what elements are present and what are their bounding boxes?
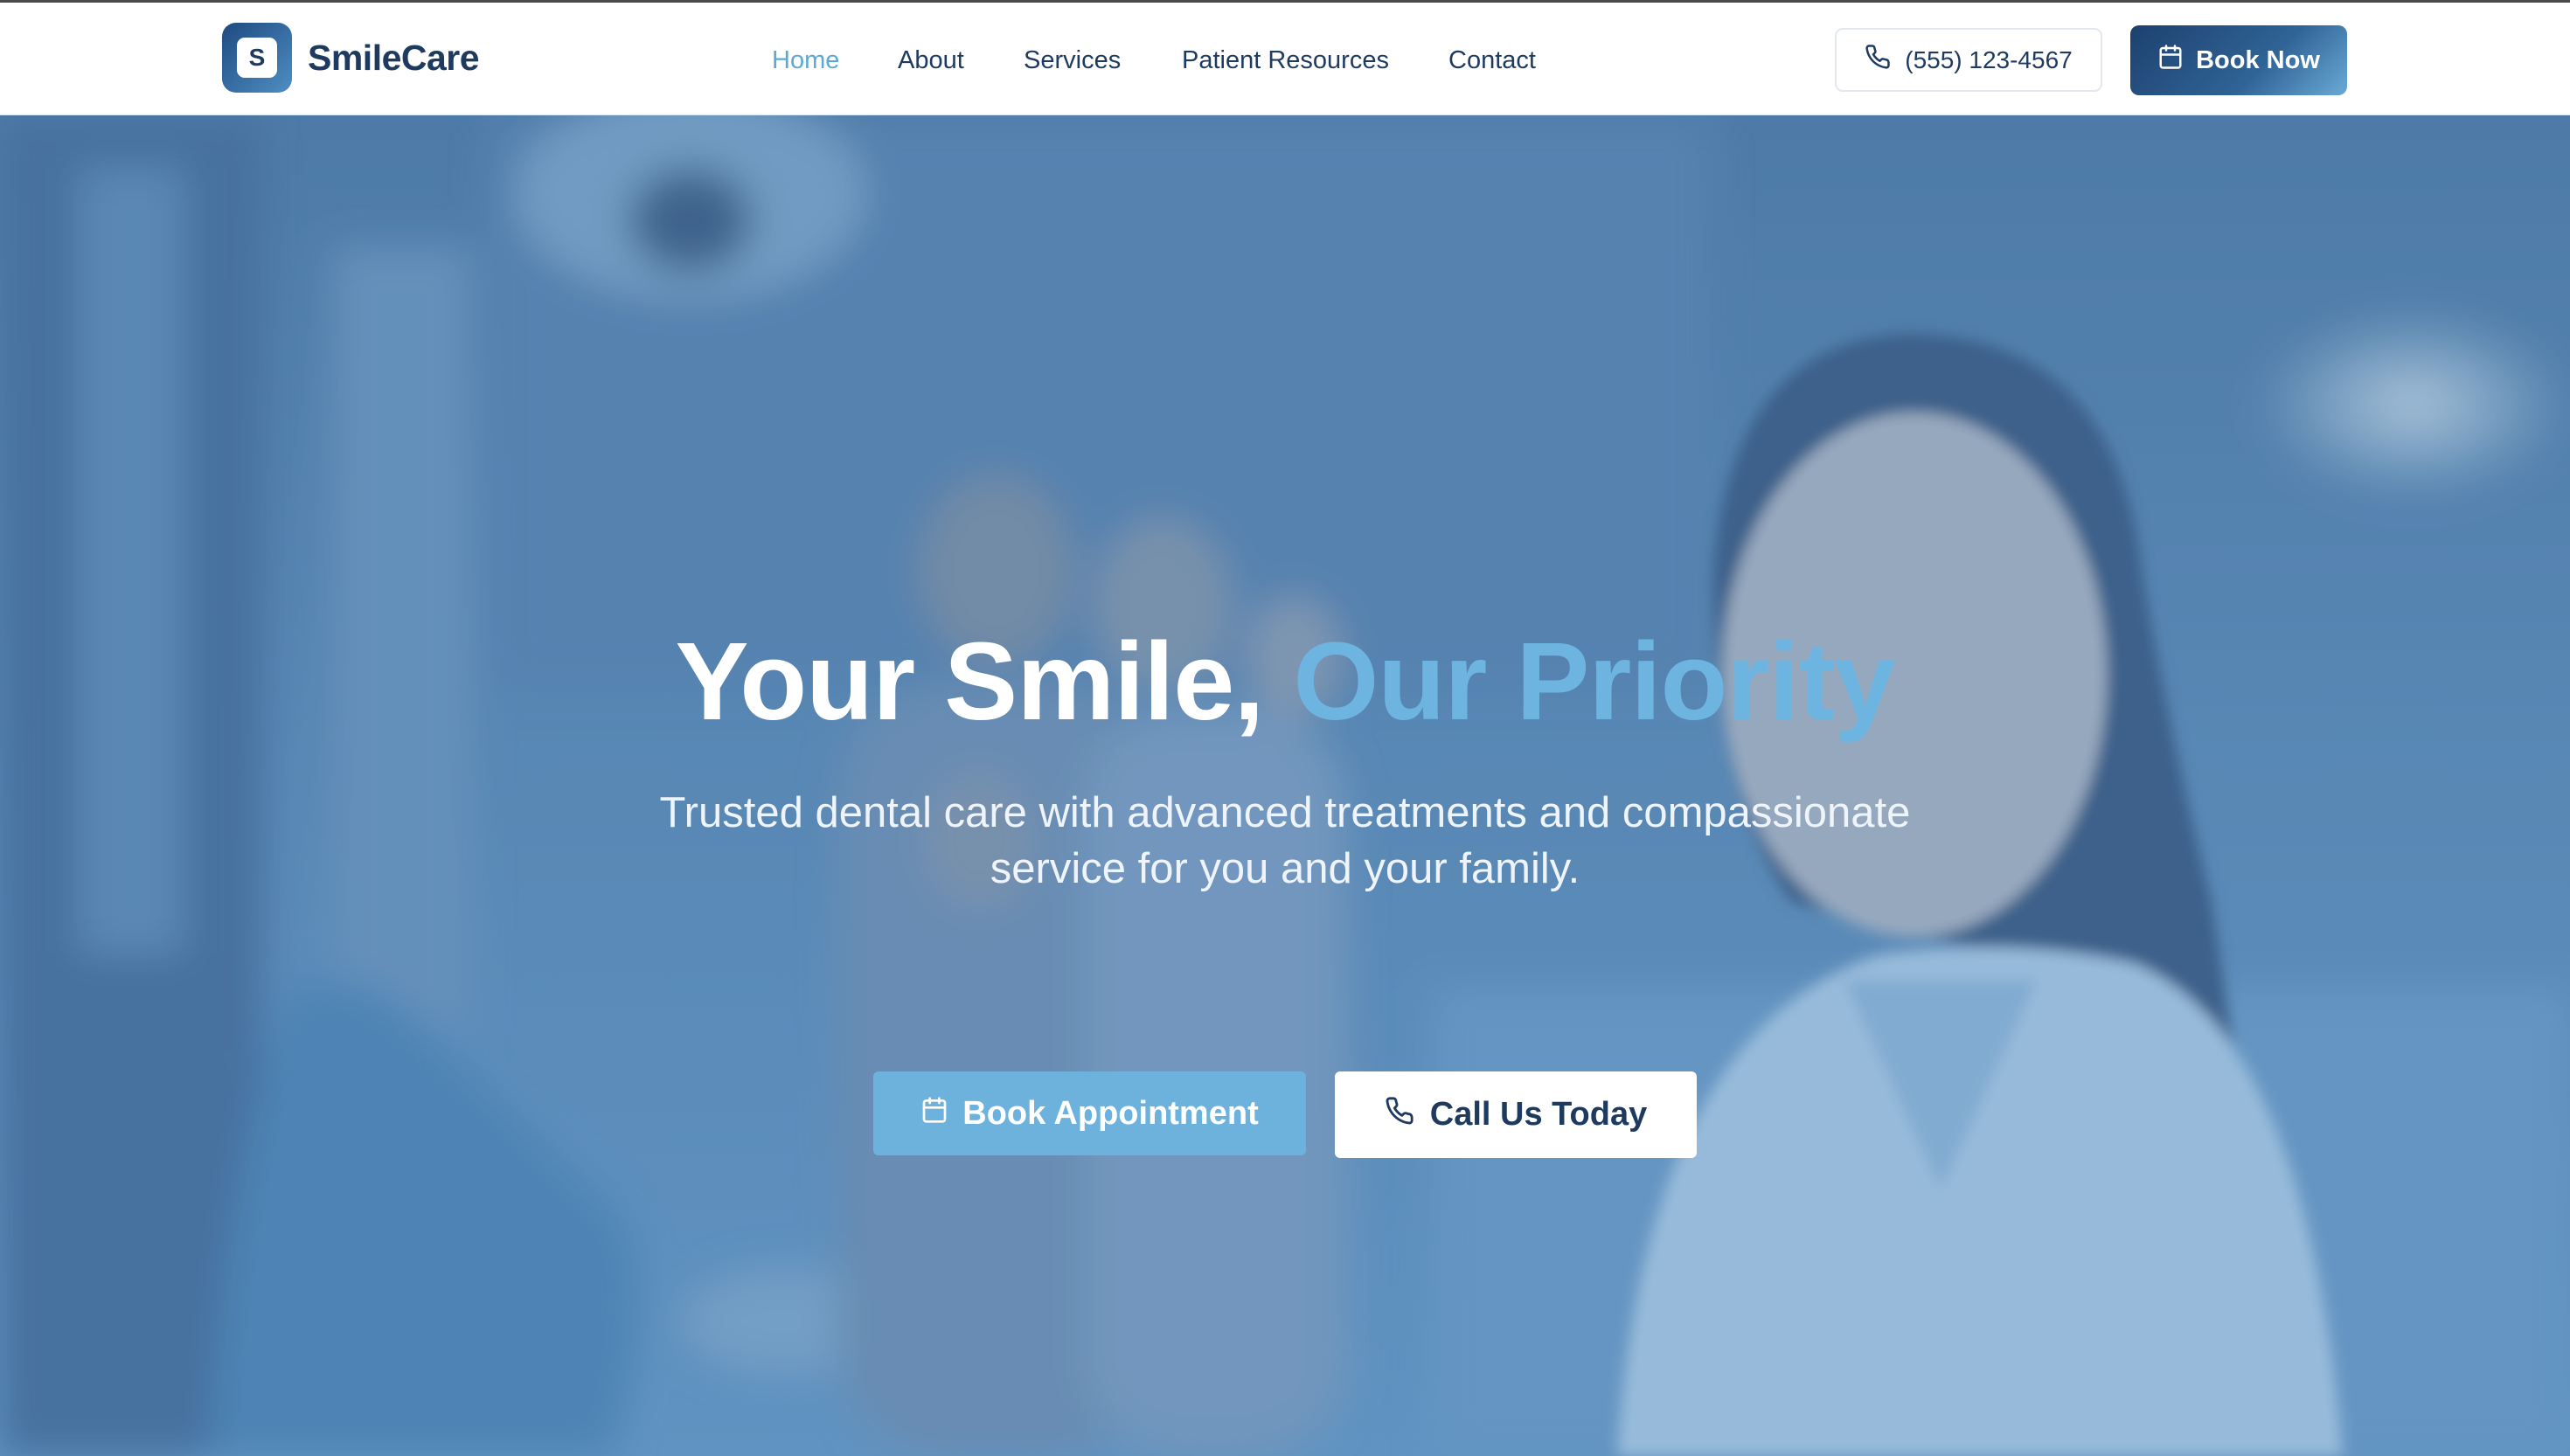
book-appointment-label: Book Appointment — [962, 1094, 1259, 1132]
hero-title: Your Smile, Our Priority — [0, 627, 2570, 737]
phone-icon — [1865, 44, 1891, 76]
hero-section: Your Smile, Our Priority Trusted dental … — [0, 115, 2570, 1456]
book-now-label: Book Now — [2196, 45, 2320, 74]
nav-about[interactable]: About — [898, 27, 964, 94]
call-us-label: Call Us Today — [1429, 1096, 1648, 1133]
hero-title-accent: Our Priority — [1293, 620, 1895, 743]
hero-subtitle-line-1: Trusted dental care with advanced treatm… — [659, 789, 1911, 836]
book-appointment-button[interactable]: Book Appointment — [873, 1071, 1306, 1155]
site-header: S SmileCare Home About Services Patient … — [0, 0, 2570, 115]
book-now-button[interactable]: Book Now — [2130, 25, 2347, 95]
nav-patient-resources[interactable]: Patient Resources — [1182, 27, 1389, 94]
page: S SmileCare Home About Services Patient … — [0, 0, 2570, 1456]
phone-icon — [1385, 1096, 1414, 1134]
call-us-button[interactable]: Call Us Today — [1335, 1071, 1697, 1158]
header-phone-label: (555) 123-4567 — [1905, 45, 2073, 73]
calendar-icon — [2157, 44, 2184, 77]
nav-services[interactable]: Services — [1024, 27, 1121, 94]
hero-title-main: Your Smile, — [675, 620, 1265, 743]
nav-home[interactable]: Home — [772, 27, 839, 94]
header-phone-button[interactable]: (555) 123-4567 — [1835, 28, 2102, 92]
hero-subtitle: Trusted dental care with advanced treatm… — [542, 785, 2028, 897]
hero-subtitle-line-2: service for you and your family. — [990, 845, 1580, 892]
calendar-icon — [920, 1095, 948, 1133]
nav-contact[interactable]: Contact — [1448, 27, 1536, 94]
